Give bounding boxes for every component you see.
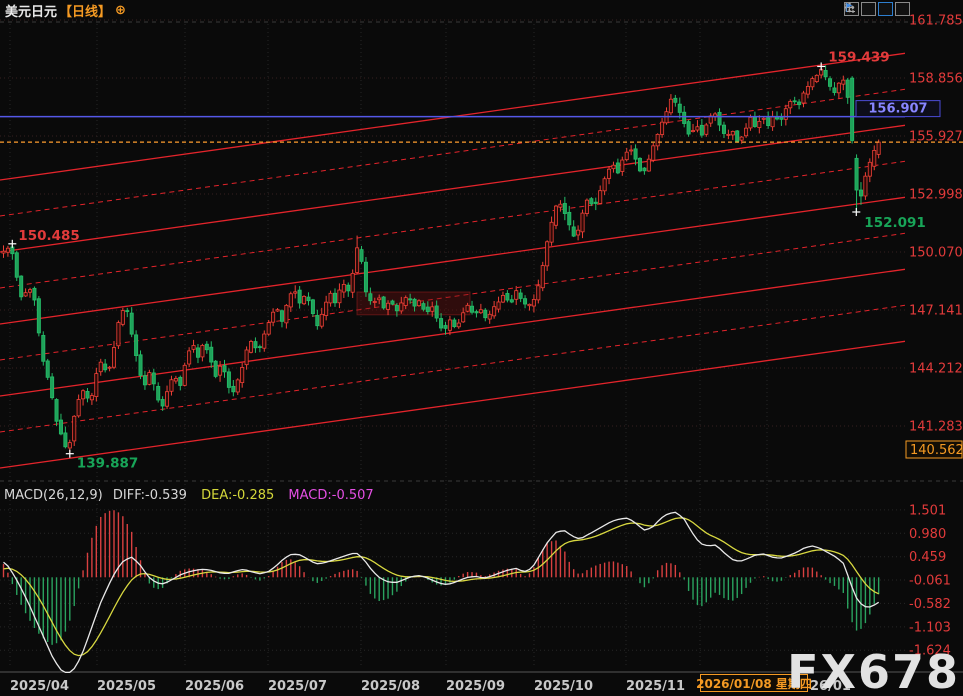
macd-axis-label: -0.061: [909, 574, 951, 589]
macd-axis-label: 1.501: [909, 503, 946, 518]
macd-dea-value: DEA:-0.285: [201, 488, 274, 503]
blue-line-label: 156.907: [868, 102, 927, 117]
annotation-label: 139.887: [77, 456, 139, 472]
macd-lines: [4, 512, 879, 672]
chart-toolbar: [844, 2, 910, 16]
price-annotation-150.485: 150.485: [8, 228, 80, 248]
annotation-label: 150.485: [18, 228, 80, 244]
title-bar: 美元日元 【日线】 ⊕: [5, 2, 126, 18]
month-label: 2025/11: [626, 679, 685, 694]
macd-indicator-header: MACD(26,12,9) DIFF:-0.539 DEA:-0.285 MAC…: [4, 488, 374, 503]
macd-axis-label: 0.980: [909, 527, 946, 542]
shift-right-icon: [844, 2, 855, 13]
auto-scroll-button[interactable]: [878, 2, 893, 16]
chart-window: 美元日元 【日线】 ⊕ 156.907159.439152.091150.4: [0, 0, 963, 696]
annotation-label: 152.091: [864, 215, 926, 231]
month-label: 2025/05: [97, 679, 156, 694]
macd-axis-label: -1.103: [909, 620, 951, 635]
macd-axis-label: 0.459: [909, 550, 946, 565]
month-label: 2025/04: [10, 679, 69, 694]
price-axis-label: 150.070: [909, 246, 963, 261]
timeframe-label: 【日线】: [59, 1, 111, 20]
watermark-logo: FX678: [787, 648, 960, 696]
month-label: 2025/06: [185, 679, 244, 694]
annotation-label: 159.439: [828, 49, 890, 65]
macd-axis-labels: 1.5010.9800.459-0.061-0.582-1.103-1.624: [909, 503, 951, 658]
shift-right-button[interactable]: [895, 2, 910, 16]
trend-channel-lines: [0, 53, 905, 468]
macd-gridlines: [0, 510, 905, 650]
month-label: 2025/10: [534, 679, 593, 694]
instrument-title: 美元日元: [5, 1, 57, 20]
price-axis-label: 161.785: [909, 14, 963, 29]
macd-axis-label: -0.582: [909, 597, 951, 612]
dea-line: [4, 518, 879, 656]
month-label: 2025/07: [268, 679, 327, 694]
add-indicator-button[interactable]: ⊕: [115, 4, 126, 17]
price-annotation-159.439: 159.439: [817, 49, 890, 70]
boxed-axis-price-label: 140.562: [910, 443, 963, 458]
price-axis-label: 144.212: [909, 362, 963, 377]
price-axis-label: 158.856: [909, 72, 963, 87]
price-axis-label: 152.998: [909, 188, 963, 203]
price-annotation-152.091: 152.091: [852, 208, 926, 231]
month-label: 2025/08: [361, 679, 420, 694]
axis-scale-button[interactable]: [861, 2, 876, 16]
price-axis-label: 155.927: [909, 130, 963, 145]
macd-macd-value: MACD:-0.507: [288, 488, 373, 503]
macd-diff-value: DIFF:-0.539: [113, 488, 187, 503]
price-axis-label: 141.283: [909, 420, 963, 435]
candlestick-series: [2, 65, 880, 453]
diff-line: [4, 512, 879, 672]
price-axis-label: 147.141: [909, 304, 963, 319]
price-gridlines: [0, 20, 905, 426]
price-annotation-139.887: 139.887: [66, 450, 139, 472]
macd-params-label: MACD(26,12,9): [4, 488, 103, 503]
month-label: 2025/09: [446, 679, 505, 694]
price-macd-chart: 156.907 159.439 152.091 150.485 139.887 161.7…: [0, 0, 963, 696]
